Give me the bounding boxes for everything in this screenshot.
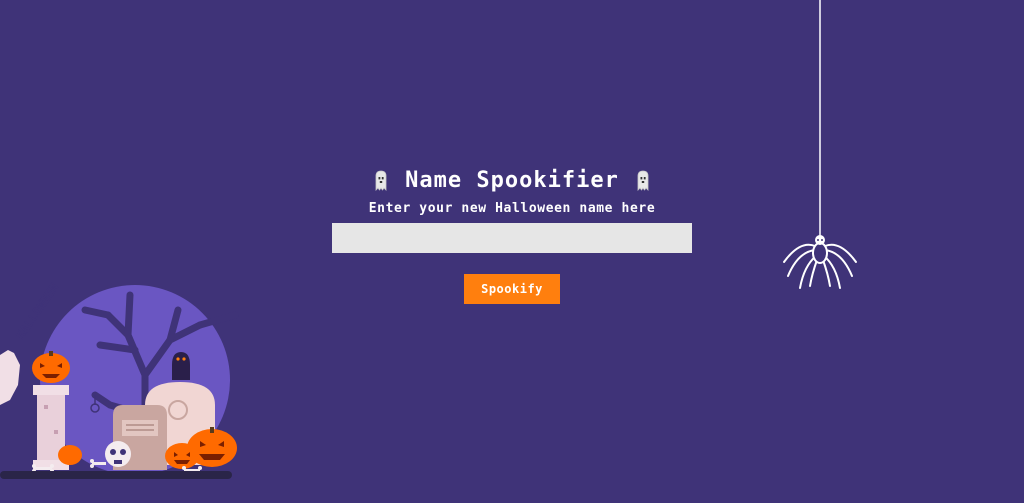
graveyard-illustration: HALLOWEEN <box>0 280 239 479</box>
spookify-button[interactable]: Spookify <box>464 274 560 304</box>
page-title: Name Spookifier <box>405 168 619 193</box>
page: Name Spookifier Enter your new Halloween… <box>0 0 1024 503</box>
name-input[interactable] <box>332 223 692 253</box>
page-subtitle: Enter your new Halloween name here <box>368 201 656 216</box>
ghost-icon-left <box>375 170 387 191</box>
ghost-icon-right <box>637 170 649 191</box>
title-row: Name Spookifier <box>0 168 1024 193</box>
spider-icon <box>783 0 857 289</box>
